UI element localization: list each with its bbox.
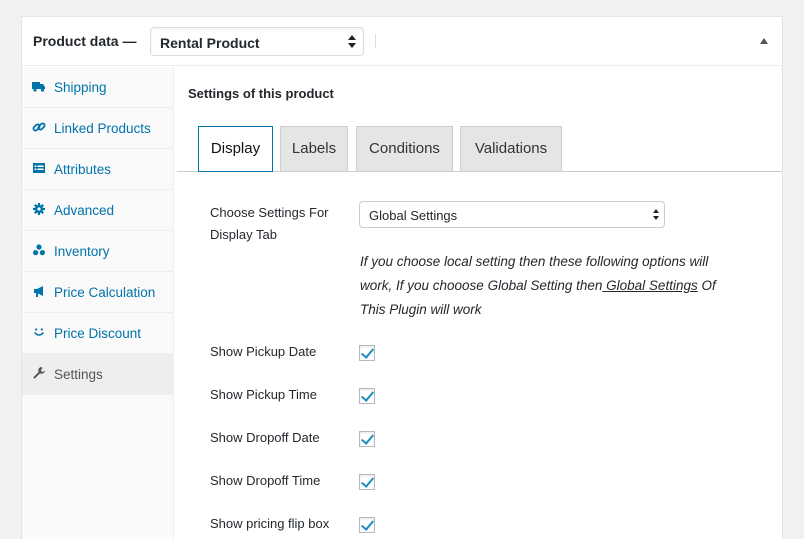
tab-labels[interactable]: Labels xyxy=(280,126,348,172)
show-pricing-flip-box-label: Show pricing flip box xyxy=(210,516,330,531)
settings-description: If you choose local setting then these f… xyxy=(360,250,740,322)
sidebar-item-label: Price Discount xyxy=(54,326,142,341)
show-dropoff-date-checkbox[interactable] xyxy=(359,431,375,447)
sidebar-item-label: Price Calculation xyxy=(54,285,156,300)
settings-title: Settings of this product xyxy=(188,86,334,101)
megaphone-icon xyxy=(32,284,46,298)
show-dropoff-date-label: Show Dropoff Date xyxy=(210,430,320,445)
global-settings-link[interactable]: Global Settings xyxy=(602,278,698,293)
sidebar-item-price-discount[interactable]: Price Discount xyxy=(22,313,174,354)
select-arrows-icon xyxy=(348,34,356,50)
show-pickup-date-label: Show Pickup Date xyxy=(210,344,317,359)
sidebar-item-label: Shipping xyxy=(54,80,107,95)
show-pricing-flip-box-checkbox[interactable] xyxy=(359,517,375,533)
select-arrows-icon xyxy=(653,207,661,223)
settings-scope-value: Global Settings xyxy=(369,208,458,223)
sidebar-item-advanced[interactable]: Advanced xyxy=(22,190,174,231)
collapse-arrow-icon[interactable] xyxy=(760,38,768,44)
sidebar-item-shipping[interactable]: Shipping xyxy=(22,67,174,108)
truck-icon xyxy=(32,79,46,93)
product-type-select[interactable]: Rental Product xyxy=(150,27,364,56)
sidebar-item-label: Settings xyxy=(54,367,103,382)
sidebar-item-label: Linked Products xyxy=(54,121,151,136)
link-icon xyxy=(32,120,46,134)
tab-validations[interactable]: Validations xyxy=(460,126,562,172)
sidebar-item-price-calculation[interactable]: Price Calculation xyxy=(22,272,174,313)
settings-panel: Settings of this product Display Labels … xyxy=(175,67,782,539)
gear-icon xyxy=(32,202,46,216)
sidebar-item-settings[interactable]: Settings xyxy=(22,354,174,395)
sidebar-item-linked-products[interactable]: Linked Products xyxy=(22,108,174,149)
smiley-icon xyxy=(32,325,46,339)
tab-conditions[interactable]: Conditions xyxy=(356,126,453,172)
sidebar-item-label: Attributes xyxy=(54,162,112,177)
sidebar-item-label: Inventory xyxy=(54,244,110,259)
show-pickup-date-checkbox[interactable] xyxy=(359,345,375,361)
sidebar-item-attributes[interactable]: Attributes xyxy=(22,149,174,190)
product-data-tabs: Shipping Linked Products Attributes Adva… xyxy=(22,67,174,539)
product-type-value: Rental Product xyxy=(160,35,260,51)
show-dropoff-time-label: Show Dropoff Time xyxy=(210,473,321,488)
settings-scope-select[interactable]: Global Settings xyxy=(359,201,665,228)
sidebar-item-inventory[interactable]: Inventory xyxy=(22,231,174,272)
product-data-panel: Product data — Rental Product Shipping L… xyxy=(21,16,783,539)
tab-display[interactable]: Display xyxy=(198,126,273,172)
show-pickup-time-checkbox[interactable] xyxy=(359,388,375,404)
show-dropoff-time-checkbox[interactable] xyxy=(359,474,375,490)
cubes-icon xyxy=(32,243,46,257)
sidebar-item-label: Advanced xyxy=(54,203,115,218)
wrench-icon xyxy=(32,366,46,380)
header-separator xyxy=(375,34,376,48)
panel-header: Product data — Rental Product xyxy=(22,17,782,66)
panel-title: Product data — xyxy=(33,33,137,49)
list-icon xyxy=(32,161,46,175)
show-pickup-time-label: Show Pickup Time xyxy=(210,387,317,402)
choose-settings-label: Choose Settings For Display Tab xyxy=(210,205,329,242)
